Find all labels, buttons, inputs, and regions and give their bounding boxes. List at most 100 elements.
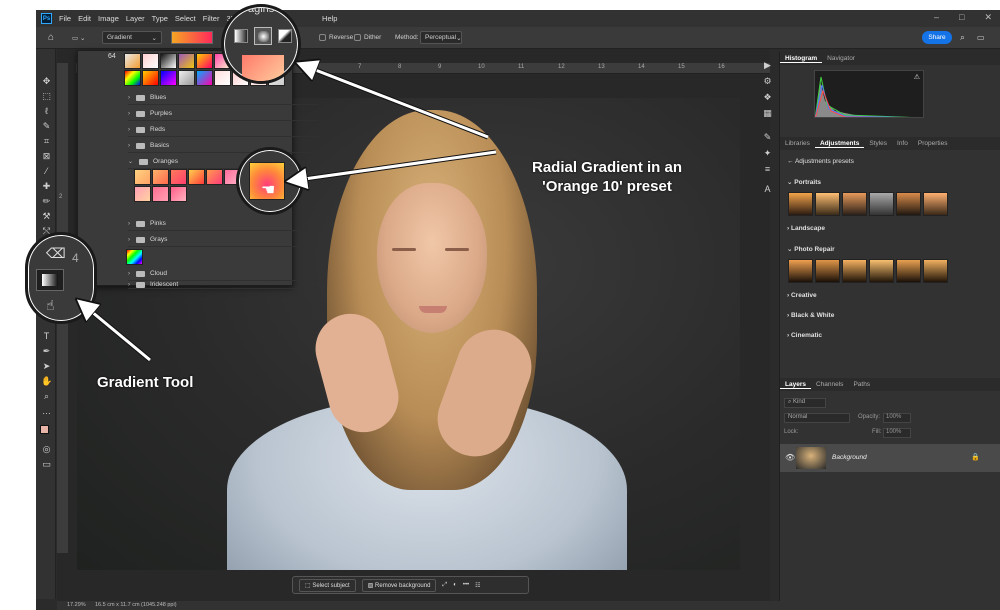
menu-filter[interactable]: Filter — [203, 14, 220, 23]
frame-tool-icon[interactable]: ⊠ — [41, 151, 52, 162]
tab-channels[interactable]: Channels — [811, 381, 848, 388]
close-button[interactable]: ✕ — [984, 12, 992, 23]
healing-brush-icon[interactable]: ✚ — [41, 181, 52, 192]
gradient-swatch[interactable] — [134, 169, 151, 185]
angle-gradient-icon[interactable] — [278, 29, 292, 43]
zoom-tool-icon[interactable]: ⌕ — [41, 391, 52, 402]
gradient-swatch[interactable] — [142, 70, 159, 86]
menu-layer[interactable]: Layer — [126, 14, 145, 23]
eyedropper-tool-icon[interactable]: ⁄ — [41, 166, 52, 177]
layer-row-background[interactable]: 👁 Background 🔒 — [780, 444, 1000, 472]
tab-properties[interactable]: Properties — [913, 140, 953, 147]
method-dropdown[interactable]: Perceptual ⌄ — [420, 31, 462, 44]
gradient-swatch[interactable] — [134, 186, 151, 202]
tab-libraries[interactable]: Libraries — [780, 140, 815, 147]
section-black-white[interactable]: › Black & White — [787, 312, 834, 319]
gradient-type-dropdown[interactable]: Gradient ⌄ — [102, 31, 162, 44]
section-portraits[interactable]: ⌄ Portraits — [787, 178, 821, 186]
section-creative[interactable]: › Creative — [787, 292, 817, 299]
folder-purples[interactable]: › Purples — [128, 107, 318, 121]
menu-help[interactable]: Help — [322, 14, 337, 23]
dither-checkbox[interactable]: Dither — [354, 31, 381, 44]
folder-reds[interactable]: › Reds — [128, 123, 318, 137]
preset-thumbnail[interactable] — [869, 259, 894, 283]
more-options-icon[interactable]: ••• — [463, 582, 469, 588]
quick-mask-icon[interactable]: ◎ — [41, 444, 52, 455]
gradient-swatch[interactable] — [214, 70, 231, 86]
section-landscape[interactable]: › Landscape — [787, 225, 825, 232]
gradient-swatch[interactable] — [206, 169, 223, 185]
gradient-swatch[interactable] — [188, 169, 205, 185]
gradient-swatch[interactable] — [152, 186, 169, 202]
minimize-button[interactable]: – — [934, 12, 939, 23]
tab-paths[interactable]: Paths — [848, 381, 875, 388]
layer-name[interactable]: Background — [832, 454, 867, 461]
preset-thumbnail[interactable] — [923, 259, 948, 283]
menu-edit[interactable]: Edit — [78, 14, 91, 23]
warning-icon[interactable]: ⚠ — [914, 73, 920, 81]
crop-tool-icon[interactable]: ⌗ — [41, 136, 52, 147]
menu-type[interactable]: Type — [152, 14, 168, 23]
path-select-icon[interactable]: ➤ — [41, 361, 52, 372]
remove-background-button[interactable]: ▨ Remove background — [361, 578, 437, 592]
tab-layers[interactable]: Layers — [780, 381, 811, 389]
gradient-swatch[interactable] — [160, 53, 177, 69]
clone-stamp-icon[interactable]: ⚒ — [41, 211, 52, 222]
gradient-swatch[interactable] — [152, 169, 169, 185]
gradient-tool-button[interactable] — [36, 269, 64, 291]
preset-thumbnail[interactable] — [842, 192, 867, 216]
actions-icon[interactable]: ⚙ — [762, 76, 773, 87]
adjust-circle-icon[interactable]: ◐ — [453, 582, 457, 588]
tab-adjustments[interactable]: Adjustments — [814, 140, 865, 148]
preset-thumbnail[interactable] — [788, 259, 813, 283]
gradient-swatch[interactable] — [178, 70, 195, 86]
brush-settings-icon[interactable]: ✎ — [762, 132, 773, 143]
hand-tool-icon[interactable]: ✋ — [41, 376, 52, 387]
gradient-swatch[interactable] — [170, 169, 187, 185]
adjustments-back-button[interactable]: ← Adjustments presets — [787, 158, 854, 165]
preset-thumbnail[interactable] — [896, 192, 921, 216]
share-button[interactable]: Share — [922, 31, 952, 44]
section-photo-repair[interactable]: ⌄ Photo Repair — [787, 245, 835, 253]
search-icon[interactable]: ⌕ — [960, 31, 965, 44]
brush-tool-icon[interactable]: ✏ — [41, 196, 52, 207]
menu-select[interactable]: Select — [175, 14, 196, 23]
select-subject-button[interactable]: ⬚ Select subject — [299, 578, 356, 592]
preset-thumbnail[interactable] — [842, 259, 867, 283]
preset-thumbnail[interactable] — [923, 192, 948, 216]
gradient-swatch[interactable] — [178, 53, 195, 69]
home-icon[interactable]: ⌂ — [48, 31, 54, 44]
adjust-icon[interactable]: ≡ — [762, 164, 773, 175]
pen-tool-icon[interactable]: ✒ — [41, 346, 52, 357]
more-tools-icon[interactable]: … — [41, 406, 52, 417]
quick-select-tool-icon[interactable]: ✎ — [41, 121, 52, 132]
radial-gradient-button[interactable] — [254, 27, 272, 45]
gradient-swatch[interactable] — [196, 53, 213, 69]
folder-basics[interactable]: › Basics — [128, 139, 318, 153]
gradient-swatch[interactable] — [126, 249, 143, 265]
folder-blues[interactable]: › Blues — [128, 91, 318, 105]
linear-gradient-icon[interactable] — [234, 29, 248, 43]
folder-pinks[interactable]: › Pinks — [128, 217, 318, 231]
swatches-icon[interactable]: ❖ — [762, 92, 773, 103]
move-tool-icon[interactable]: ✥ — [41, 76, 52, 87]
workspace-icon[interactable]: ▭ — [977, 31, 985, 44]
settings-sliders-icon[interactable]: ☷ — [475, 582, 480, 589]
folder-iridescent[interactable]: › Iridescent — [128, 281, 318, 289]
gradient-swatch[interactable] — [124, 53, 141, 69]
tab-styles[interactable]: Styles — [864, 140, 892, 147]
maximize-button[interactable]: □ — [959, 12, 964, 23]
section-cinematic[interactable]: › Cinematic — [787, 332, 822, 339]
menu-file[interactable]: File — [59, 14, 71, 23]
marquee-tool-icon[interactable]: ⬚ — [41, 91, 52, 102]
folder-grays[interactable]: › Grays — [128, 233, 318, 247]
folder-cloud[interactable]: › Cloud — [128, 267, 318, 281]
screen-mode-icon[interactable]: ▭ — [41, 459, 52, 470]
preset-thumbnail[interactable] — [815, 192, 840, 216]
fill-field[interactable]: 100% — [883, 428, 911, 438]
preset-thumbnail[interactable] — [815, 259, 840, 283]
tool-preset-icon[interactable]: ▭ ⌄ — [72, 31, 85, 44]
gradient-swatch[interactable] — [124, 70, 141, 86]
visibility-eye-icon[interactable]: 👁 — [785, 453, 795, 462]
reverse-checkbox[interactable]: Reverse — [319, 31, 353, 44]
